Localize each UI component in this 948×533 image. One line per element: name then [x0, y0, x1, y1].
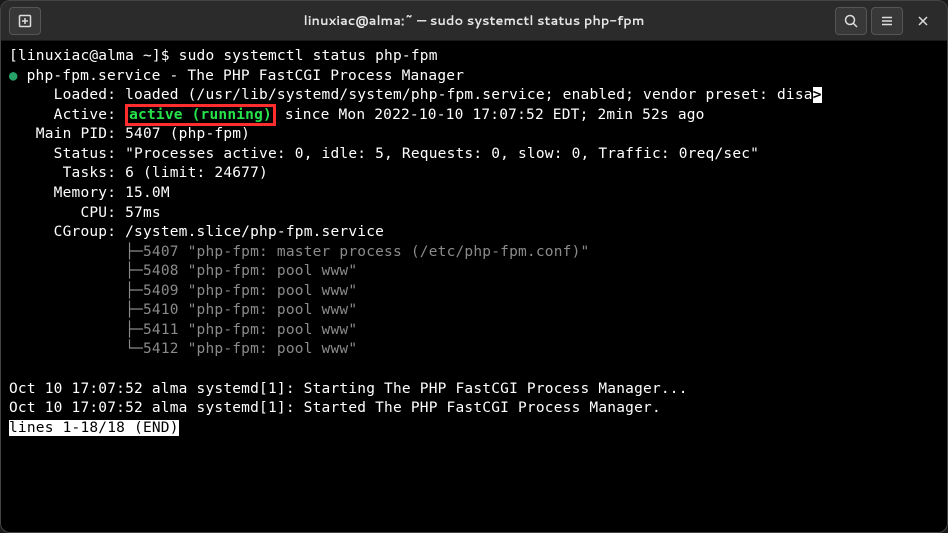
- active-since: since Mon 2022-10-10 17:07:52 EDT; 2min …: [276, 107, 705, 123]
- cgroup-indent: [9, 322, 125, 338]
- shell-command: sudo systemctl status php-fpm: [179, 48, 438, 64]
- new-tab-icon: [17, 13, 33, 29]
- terminal-output: [linuxiac@alma ~]$ sudo systemctl status…: [9, 47, 939, 438]
- hamburger-icon: [879, 13, 895, 29]
- service-name: php-fpm.service - The PHP FastCGI Proces…: [27, 68, 465, 84]
- active-highlight: active (running): [125, 104, 276, 126]
- cpu-label: CPU:: [9, 205, 125, 221]
- line-truncate-icon: >: [813, 87, 822, 103]
- pager-status: lines 1-18/18 (END): [9, 420, 179, 436]
- close-button[interactable]: [907, 7, 939, 35]
- active-state: active (running): [129, 107, 272, 123]
- cgroup-line: ├─5410 "php-fpm: pool www": [125, 302, 357, 318]
- cpu-value: 57ms: [125, 205, 161, 221]
- cgroup-line: └─5412 "php-fpm: pool www": [125, 341, 357, 357]
- active-label: Active:: [9, 107, 125, 123]
- status-label: Status:: [9, 146, 125, 162]
- terminal-content[interactable]: [linuxiac@alma ~]$ sudo systemctl status…: [1, 41, 947, 532]
- status-value: "Processes active: 0, idle: 5, Requests:…: [125, 146, 759, 162]
- titlebar: linuxiac@alma:~ — sudo systemctl status …: [1, 1, 947, 41]
- cgroup-indent: [9, 244, 125, 260]
- memory-label: Memory:: [9, 185, 125, 201]
- cgroup-indent: [9, 263, 125, 279]
- tasks-value: 6 (limit: 24677): [125, 165, 268, 181]
- menu-button[interactable]: [871, 7, 903, 35]
- status-dot-icon: ●: [9, 68, 18, 84]
- shell-prompt: [linuxiac@alma ~]$: [9, 48, 179, 64]
- loaded-label: Loaded:: [9, 87, 125, 103]
- log-line: Oct 10 17:07:52 alma systemd[1]: Startin…: [9, 381, 688, 397]
- mainpid-label: Main PID:: [9, 126, 125, 142]
- terminal-window: linuxiac@alma:~ — sudo systemctl status …: [0, 0, 948, 533]
- new-tab-button[interactable]: [9, 7, 41, 35]
- titlebar-right: [833, 7, 941, 35]
- search-button[interactable]: [835, 7, 867, 35]
- cgroup-line: ├─5409 "php-fpm: pool www": [125, 283, 357, 299]
- cgroup-indent: [9, 341, 125, 357]
- close-icon: [915, 13, 931, 29]
- search-icon: [843, 13, 859, 29]
- mainpid-value: 5407 (php-fpm): [125, 126, 250, 142]
- cgroup-label: CGroup:: [9, 224, 125, 240]
- log-line: Oct 10 17:07:52 alma systemd[1]: Started…: [9, 400, 661, 416]
- cgroup-line: ├─5408 "php-fpm: pool www": [125, 263, 357, 279]
- loaded-value: loaded (/usr/lib/systemd/system/php-fpm.…: [125, 87, 813, 103]
- memory-value: 15.0M: [125, 185, 170, 201]
- cgroup-line: ├─5407 "php-fpm: master process (/etc/ph…: [125, 244, 589, 260]
- cgroup-indent: [9, 283, 125, 299]
- tasks-label: Tasks:: [9, 165, 125, 181]
- titlebar-left: [7, 7, 43, 35]
- cgroup-value: /system.slice/php-fpm.service: [125, 224, 384, 240]
- window-title: linuxiac@alma:~ — sudo systemctl status …: [1, 12, 947, 30]
- cgroup-line: ├─5411 "php-fpm: pool www": [125, 322, 357, 338]
- cgroup-indent: [9, 302, 125, 318]
